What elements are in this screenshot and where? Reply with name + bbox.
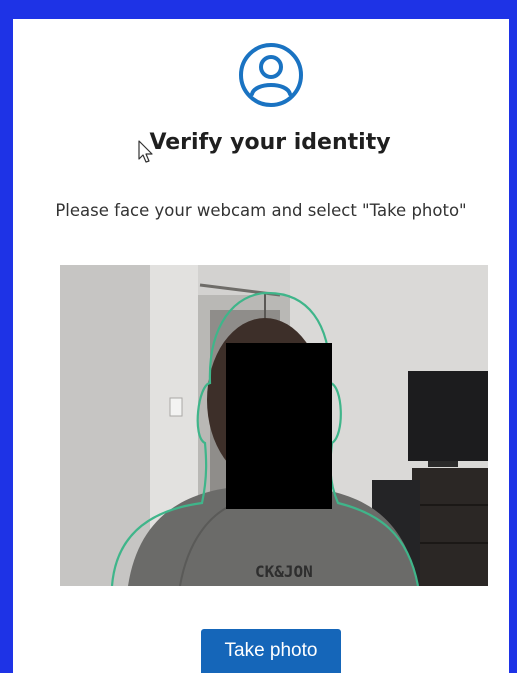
webcam-preview: CK&JON [60,265,488,586]
face-redaction-block [226,343,332,509]
shirt-print-text: CK&JON [255,562,313,581]
window-frame-left [0,0,13,673]
user-circle-icon [239,43,303,107]
window-frame-top [0,0,517,19]
instructions-text: Please face your webcam and select "Take… [55,201,467,220]
page-title: Verify your identity [149,130,391,155]
window-frame-right [509,0,517,673]
take-photo-button[interactable]: Take photo [201,629,341,673]
mouse-pointer-icon [138,140,153,163]
